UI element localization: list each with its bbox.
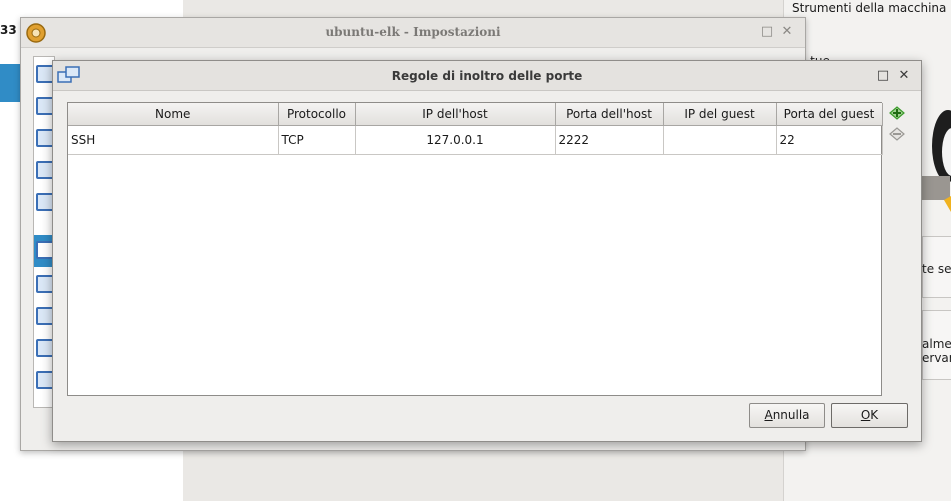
column-header-host-port[interactable]: Porta dell'host — [555, 103, 664, 126]
column-header-guest-port[interactable]: Porta del guest — [776, 103, 883, 126]
settings-close-button[interactable]: ✕ — [779, 24, 795, 40]
table-row[interactable]: SSH TCP 127.0.0.1 2222 22 — [68, 125, 883, 155]
column-header-protocol[interactable]: Protocollo — [278, 103, 356, 126]
port-rules-table[interactable]: Nome Protocollo IP dell'host Porta dell'… — [67, 102, 883, 396]
rule-tools — [888, 104, 908, 146]
background-text-fragment: te se — [922, 262, 951, 276]
cancel-button[interactable]: Annulla — [749, 403, 825, 428]
dialog-minimize-button[interactable]: □ — [875, 68, 891, 84]
table-header-row: Nome Protocollo IP dell'host Porta dell'… — [68, 103, 883, 126]
cell-host-ip[interactable]: 127.0.0.1 — [355, 125, 556, 155]
cell-guest-ip[interactable] — [663, 125, 777, 155]
remove-rule-icon[interactable] — [888, 125, 906, 143]
dialog-close-button[interactable]: ✕ — [896, 68, 912, 84]
ok-button[interactable]: OK — [831, 403, 908, 428]
cell-host-port[interactable]: 2222 — [555, 125, 664, 155]
dialog-title: Regole di inoltro delle porte — [391, 69, 583, 83]
machine-tools-label[interactable]: Strumenti della macchina — [792, 1, 946, 15]
column-header-guest-ip[interactable]: IP del guest — [663, 103, 777, 126]
ok-mnemonic: O — [860, 408, 871, 422]
cancel-mnemonic: A — [764, 408, 773, 422]
port-forwarding-dialog: Regole di inoltro delle porte □ ✕ Nome P… — [52, 60, 922, 442]
selected-machine-item[interactable] — [0, 64, 22, 102]
cell-protocol[interactable]: TCP — [278, 125, 356, 155]
settings-titlebar[interactable]: ubuntu-elk - Impostazioni □ ✕ — [21, 18, 805, 48]
background-text-fragment: almer — [922, 337, 951, 351]
cell-name[interactable]: SSH — [68, 125, 279, 155]
ok-label: K — [870, 408, 879, 422]
cancel-label: nnulla — [772, 408, 810, 422]
dialog-titlebar[interactable]: Regole di inoltro delle porte □ ✕ — [53, 61, 921, 91]
background-text-fragment: ervar — [922, 351, 951, 365]
column-header-name[interactable]: Nome — [68, 103, 279, 126]
column-header-host-ip[interactable]: IP dell'host — [355, 103, 556, 126]
machine-list-count: 33 — [0, 23, 17, 37]
vm-mascot-icon — [918, 96, 951, 216]
settings-minimize-button[interactable]: □ — [759, 24, 775, 40]
add-rule-icon[interactable] — [888, 104, 906, 122]
settings-window-title: ubuntu-elk - Impostazioni — [325, 25, 501, 39]
cell-guest-port[interactable]: 22 — [776, 125, 883, 155]
